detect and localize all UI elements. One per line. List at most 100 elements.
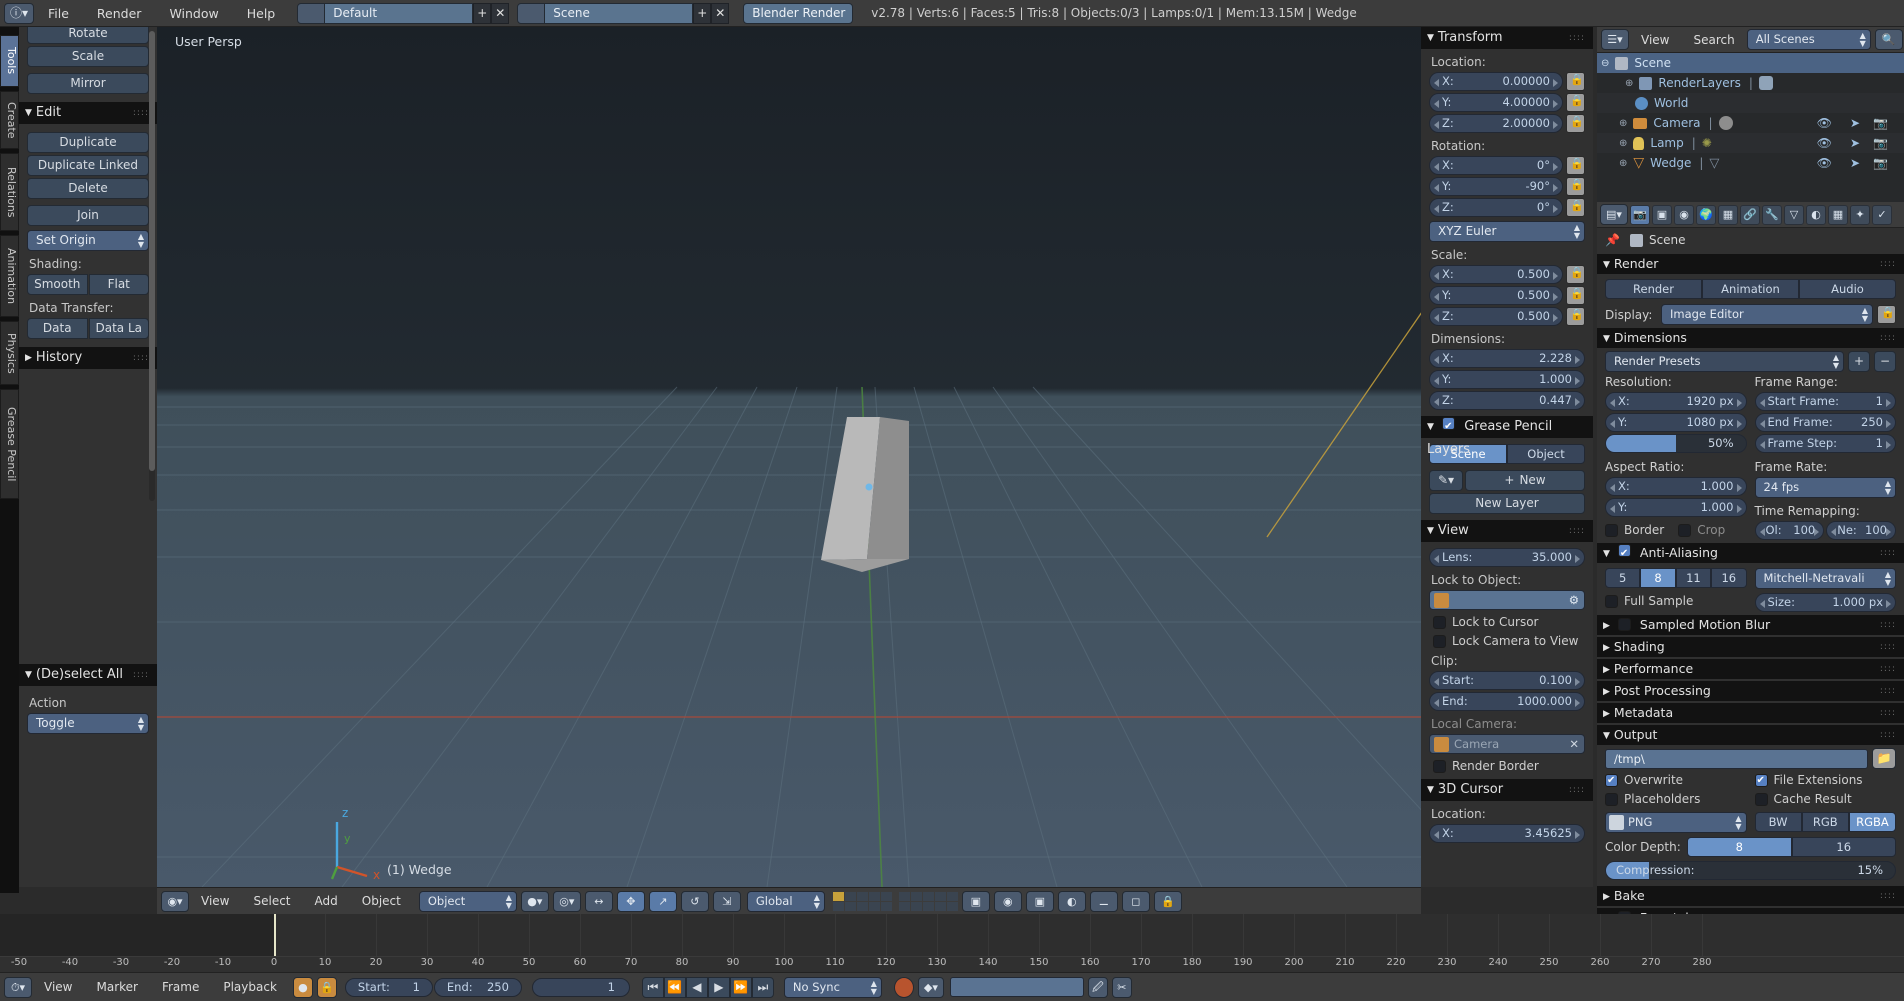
keying-lock-icon[interactable]: 🔒 [316, 976, 337, 998]
output-path-input[interactable]: /tmp\ [1605, 748, 1868, 769]
resolution-y-field[interactable]: Y: 1080 px [1605, 413, 1747, 432]
menu-file[interactable]: File [34, 0, 83, 27]
display-lock-icon[interactable] [1877, 305, 1896, 324]
play-icon[interactable]: ▶ [707, 976, 730, 998]
render-camera-icon[interactable]: 📷 [1873, 116, 1888, 130]
gp-new-layer-button[interactable]: New Layer [1429, 493, 1585, 514]
cache-result-row[interactable]: Cache Result [1754, 792, 1897, 806]
outliner-display-mode[interactable]: All Scenes ▲ ▼ [1746, 29, 1871, 50]
keying-set-field[interactable] [949, 977, 1084, 997]
viewport-menu-add[interactable]: Add [303, 894, 350, 908]
pin-icon[interactable]: 📌 [1605, 233, 1620, 247]
layout-icon[interactable] [297, 2, 326, 24]
render-presets-dropdown[interactable]: Render Presets ▲ ▼ [1605, 351, 1844, 372]
bone-icon[interactable]: ⚊ [1089, 890, 1118, 912]
jump-to-start-icon[interactable]: ⏮ [641, 976, 664, 998]
color-mode-rgba[interactable]: RGBA [1848, 812, 1897, 832]
time-remap-old-field[interactable]: Ol: 100 [1754, 521, 1825, 540]
aa-sample-5[interactable]: 5 [1605, 568, 1641, 588]
lock-scale-z-icon[interactable] [1566, 307, 1585, 326]
renderlayer-data-icon[interactable] [1758, 76, 1773, 90]
folder-icon[interactable]: 📁 [1872, 748, 1896, 769]
tab-physics[interactable]: Physics [0, 321, 19, 385]
menu-window[interactable]: Window [155, 0, 232, 27]
resolution-x-field[interactable]: X: 1920 px [1605, 392, 1747, 411]
start-frame-field[interactable]: Start Frame: 1 [1754, 392, 1896, 411]
keying-set-icon[interactable]: ◆▾ [917, 976, 944, 998]
render-camera-icon[interactable]: 📷 [1873, 136, 1888, 150]
close-icon[interactable]: ✕ [1569, 735, 1579, 753]
eye-icon[interactable]: 👁 [1817, 156, 1832, 170]
eyedropper-icon[interactable]: ⚙ [1569, 591, 1579, 609]
data-button[interactable]: Data [27, 318, 88, 339]
lock-location-z-icon[interactable] [1566, 114, 1585, 133]
search-icon[interactable]: 🔍 [1874, 29, 1903, 50]
viewport-menu-select[interactable]: Select [241, 894, 302, 908]
lock-rotation-y-icon[interactable] [1566, 177, 1585, 196]
cursor-panel-header[interactable]: ▼ 3D Cursor :::: [1421, 779, 1593, 801]
timeline-grid[interactable]: -50 -40 -30 -20 -10 0 10 20 30 40 50 60 70 80 90 100 110… [0, 914, 1904, 972]
render-image-button[interactable]: Render [1605, 279, 1702, 299]
scene-icon[interactable] [517, 2, 546, 24]
scale-z-field[interactable]: Z: 0.500 [1429, 307, 1563, 326]
sync-mode-dropdown[interactable]: No Sync ▲ ▼ [783, 976, 882, 998]
grease-pencil-checkbox[interactable] [1442, 417, 1456, 430]
rotation-x-field[interactable]: X: 0° [1429, 156, 1563, 175]
rotate-manipulator-icon[interactable]: ↺ [680, 890, 709, 912]
lens-field[interactable]: Lens: 35.000 [1429, 548, 1585, 567]
location-x-field[interactable]: X: 0.00000 [1429, 72, 1563, 91]
remove-preset-button[interactable]: − [1874, 351, 1896, 372]
start-frame-field[interactable]: Start: 1 [344, 977, 433, 997]
camera-data-icon[interactable] [1718, 116, 1733, 130]
add-scene-button[interactable]: + [693, 2, 712, 24]
mesh-data-icon[interactable]: ▽ [1709, 156, 1719, 171]
proportional-edit-icon[interactable]: ◉ [993, 890, 1022, 912]
cache-result-checkbox[interactable] [1754, 792, 1768, 806]
aa-sample-8[interactable]: 8 [1640, 568, 1676, 588]
object-data-tab-icon[interactable]: ▽ [1784, 204, 1804, 225]
lock-scale-x-icon[interactable] [1566, 265, 1585, 284]
camera-view-icon[interactable]: ◻ [1121, 890, 1150, 912]
play-reverse-icon[interactable]: ◀ [685, 976, 708, 998]
delete-scene-button[interactable]: ✕ [711, 2, 730, 24]
lock-scale-y-icon[interactable] [1566, 286, 1585, 305]
physics-tab-icon[interactable]: ✓ [1872, 204, 1892, 225]
render-panel-header[interactable]: ▼ Render :::: [1597, 254, 1904, 274]
outliner-row-world[interactable]: World [1597, 93, 1904, 113]
scene-name[interactable]: Scene [545, 2, 694, 24]
render-tab-icon[interactable]: 📷 [1630, 204, 1650, 225]
add-preset-button[interactable]: + [1848, 351, 1870, 372]
aa-sample-16[interactable]: 16 [1711, 568, 1747, 588]
insert-keyframe-icon[interactable]: 🖉 [1087, 976, 1108, 998]
outliner-editor-type-icon[interactable]: ☰▾ [1601, 29, 1629, 50]
viewport-menu-object[interactable]: Object [350, 894, 413, 908]
translate-manipulator-icon[interactable]: ↗ [648, 890, 677, 912]
operator-panel-header[interactable]: ▼ (De)select All :::: [19, 664, 157, 686]
color-depth-16[interactable]: 16 [1791, 837, 1896, 857]
manipulator-toggle-icon[interactable]: ✥ [616, 890, 645, 912]
world-tab-icon[interactable]: 🌍 [1696, 204, 1716, 225]
file-extensions-row[interactable]: File Extensions [1754, 773, 1897, 787]
frame-rate-dropdown[interactable]: 24 fps ▲ ▼ [1754, 477, 1896, 498]
record-icon[interactable] [893, 976, 914, 998]
layer-grid[interactable] [832, 891, 958, 911]
timeline-menu-marker[interactable]: Marker [84, 980, 149, 994]
metadata-panel-header[interactable]: ▶ Metadata :::: [1597, 703, 1904, 723]
gp-new-button[interactable]: + New [1465, 470, 1585, 491]
output-panel-header[interactable]: ▼ Output :::: [1597, 725, 1904, 745]
timeline-editor-type-icon[interactable]: ⏱▾ [4, 976, 32, 998]
outliner-row-wedge[interactable]: ⊕ ▽ Wedge | ▽ 👁 ➤ 📷 [1597, 153, 1904, 173]
compression-slider[interactable]: Compression: 15% [1605, 861, 1896, 880]
view-panel-header[interactable]: ▼ View :::: [1421, 520, 1593, 542]
screen-layout-selector[interactable]: Default + ✕ [297, 2, 510, 24]
post-processing-panel-header[interactable]: ▶ Post Processing :::: [1597, 681, 1904, 701]
previous-keyframe-icon[interactable]: ⏪ [663, 976, 686, 998]
location-y-field[interactable]: Y: 4.00000 [1429, 93, 1563, 112]
lamp-data-icon[interactable]: ✺ [1702, 136, 1712, 150]
edit-panel-header[interactable]: ▼ Edit :::: [19, 102, 157, 124]
material-tab-icon[interactable]: ◐ [1806, 204, 1826, 225]
viewport-shading-icon[interactable]: ●▾ [520, 890, 549, 912]
timeline-menu-view[interactable]: View [32, 980, 84, 994]
data-layout-button[interactable]: Data La [88, 318, 149, 339]
jump-to-end-icon[interactable]: ⏭ [751, 976, 774, 998]
